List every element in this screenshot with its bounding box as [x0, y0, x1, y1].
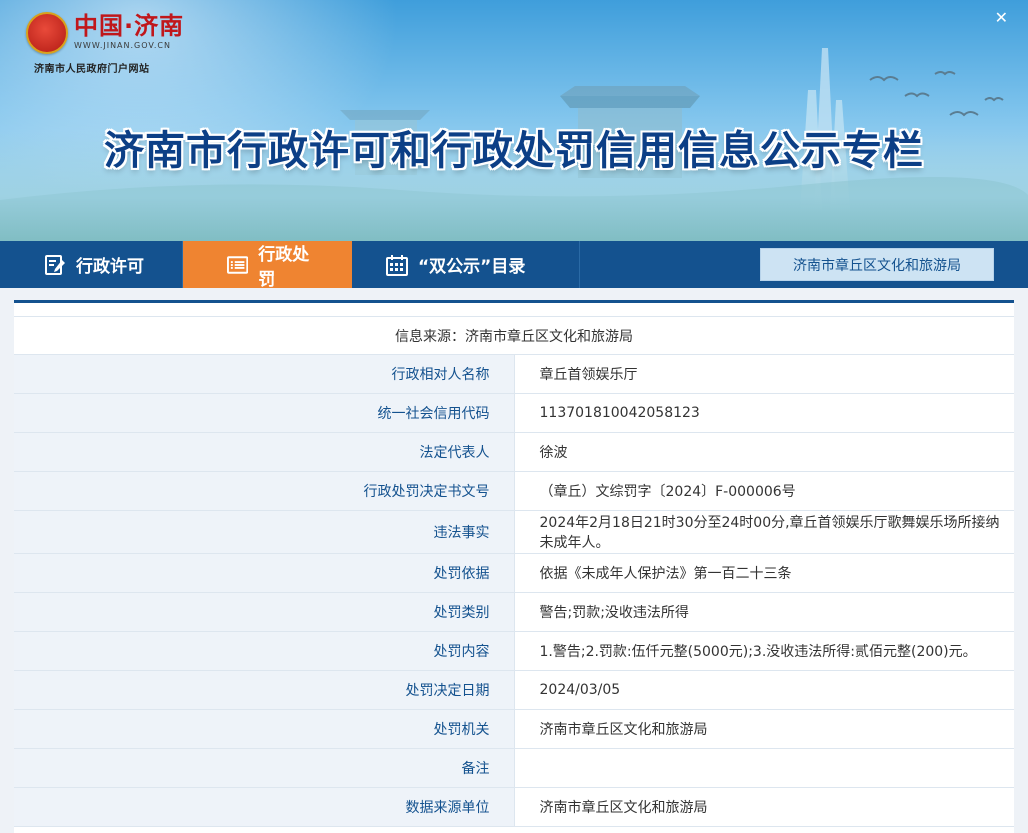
- nav-tab-label: 行政处罚: [258, 244, 310, 290]
- field-label: 行政处罚决定书文号: [14, 471, 515, 511]
- national-emblem-icon: [26, 12, 68, 54]
- list-icon: [227, 255, 249, 274]
- record-panel: 信息来源：济南市章丘区文化和旅游局 行政相对人名称 章丘首领娱乐厅 统一社会信用代码…: [14, 300, 1014, 833]
- table-row: 数据来源单位 济南市章丘区文化和旅游局: [14, 787, 1014, 827]
- calendar-icon: [386, 254, 408, 276]
- field-label: 数据来源单位: [14, 787, 515, 827]
- nav-tab-label: “双公示”目录: [418, 257, 526, 277]
- field-label: 备注: [14, 748, 515, 788]
- table-row: 行政处罚决定书文号 （章丘）文综罚字〔2024〕F-000006号: [14, 471, 1014, 511]
- field-label: 统一社会信用代码: [14, 393, 515, 433]
- logo-url: WWW.JINAN.GOV.CN: [74, 41, 171, 50]
- field-value: （章丘）文综罚字〔2024〕F-000006号: [514, 471, 1014, 511]
- logo-subtitle: 济南市人民政府门户网站: [34, 64, 150, 75]
- page-title: 济南市行政许可和行政处罚信用信息公示专栏: [104, 128, 924, 174]
- field-label: 处罚机关: [14, 709, 515, 749]
- field-value: 2024年2月18日21时30分至24时00分,章丘首领娱乐厅歌舞娱乐场所接纳未…: [514, 510, 1014, 554]
- site-logo[interactable]: 中国·济南 WWW.JINAN.GOV.CN: [26, 12, 184, 54]
- field-label: 行政相对人名称: [14, 354, 515, 394]
- main-nav: 行政许可 行政处罚 “双公示”目录 济南市章丘区文化和旅游局: [0, 241, 1028, 290]
- field-value: 徐波: [514, 432, 1014, 472]
- field-value: 113701810042058123: [514, 393, 1014, 433]
- field-label: 处罚决定日期: [14, 670, 515, 710]
- close-icon[interactable]: ✕: [995, 8, 1008, 27]
- table-row: 处罚类别 警告;罚款;没收违法所得: [14, 592, 1014, 632]
- info-source: 信息来源：济南市章丘区文化和旅游局: [14, 316, 1014, 355]
- department-badge[interactable]: 济南市章丘区文化和旅游局: [760, 248, 994, 281]
- field-value: [514, 748, 1014, 788]
- header-banner: 中国·济南 WWW.JINAN.GOV.CN 济南市人民政府门户网站 ✕ 济南市…: [0, 0, 1028, 241]
- field-value: 警告;罚款;没收违法所得: [514, 592, 1014, 632]
- field-label: 处罚依据: [14, 553, 515, 593]
- table-row: 行政相对人名称 章丘首领娱乐厅: [14, 354, 1014, 394]
- nav-tab-double-publicity[interactable]: “双公示”目录: [352, 241, 580, 288]
- table-row: 统一社会信用代码 113701810042058123: [14, 393, 1014, 433]
- field-value: 1.警告;2.罚款:伍仟元整(5000元);3.没收违法所得:贰佰元整(200)…: [514, 631, 1014, 671]
- field-label: 处罚类别: [14, 592, 515, 632]
- field-label: 处罚内容: [14, 631, 515, 671]
- record-table: 信息来源：济南市章丘区文化和旅游局 行政相对人名称 章丘首领娱乐厅 统一社会信用代码…: [14, 316, 1014, 827]
- nav-tab-admin-penalty[interactable]: 行政处罚: [183, 241, 352, 290]
- table-row: 处罚决定日期 2024/03/05: [14, 670, 1014, 710]
- table-row: 处罚机关 济南市章丘区文化和旅游局: [14, 709, 1014, 749]
- table-row: 处罚内容 1.警告;2.罚款:伍仟元整(5000元);3.没收违法所得:贰佰元整(…: [14, 631, 1014, 671]
- field-value: 章丘首领娱乐厅: [514, 354, 1014, 394]
- table-row: 处罚依据 依据《未成年人保护法》第一百二十三条: [14, 553, 1014, 593]
- nav-tab-label: 行政许可: [76, 257, 144, 277]
- table-row: 违法事实 2024年2月18日21时30分至24时00分,章丘首领娱乐厅歌舞娱乐场…: [14, 510, 1014, 554]
- field-value: 济南市章丘区文化和旅游局: [514, 709, 1014, 749]
- nav-tab-admin-permit[interactable]: 行政许可: [0, 241, 183, 288]
- table-row: 法定代表人 徐波: [14, 432, 1014, 472]
- field-value: 2024/03/05: [514, 670, 1014, 710]
- logo-title: 中国·济南: [74, 12, 185, 40]
- table-row: 备注: [14, 748, 1014, 788]
- field-label: 违法事实: [14, 510, 515, 554]
- field-value: 济南市章丘区文化和旅游局: [514, 787, 1014, 827]
- field-label: 法定代表人: [14, 432, 515, 472]
- field-value: 依据《未成年人保护法》第一百二十三条: [514, 553, 1014, 593]
- edit-icon: [45, 254, 65, 275]
